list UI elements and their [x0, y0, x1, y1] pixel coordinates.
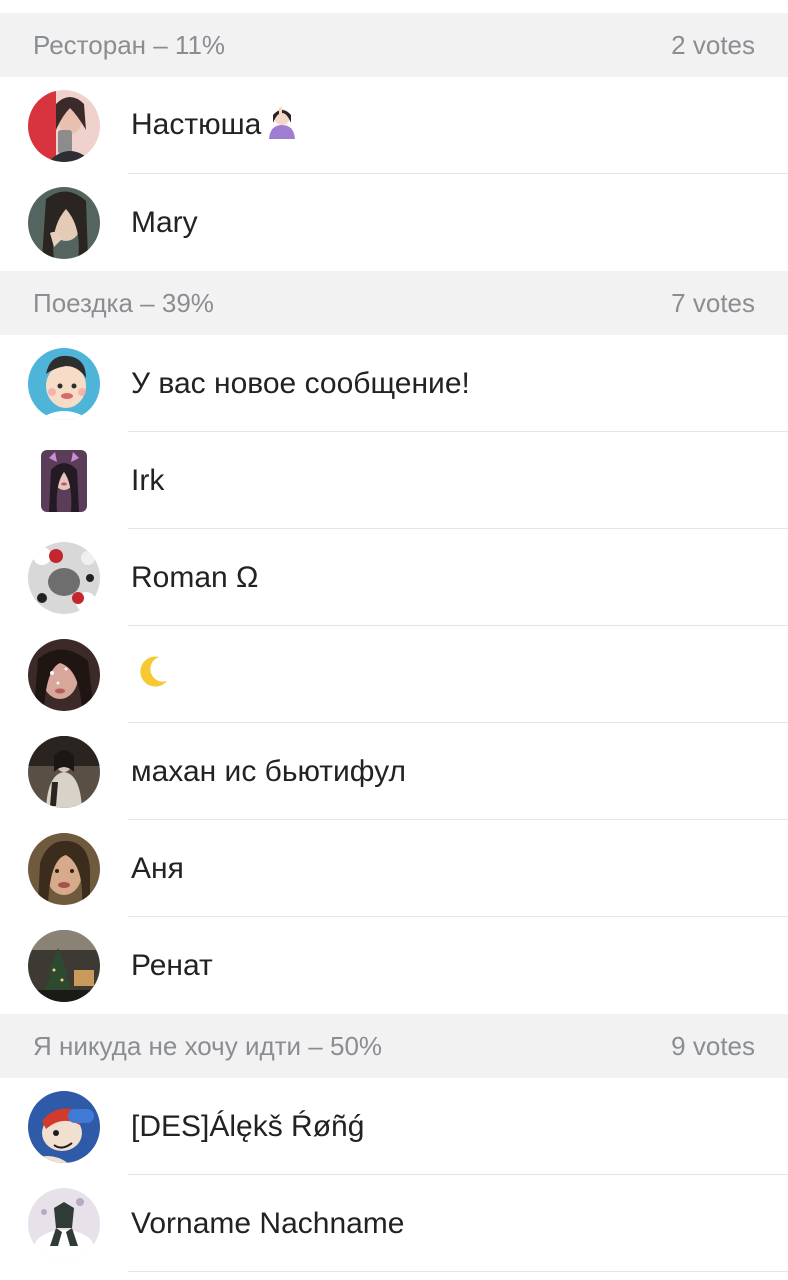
voter-name: Настюша: [131, 105, 299, 147]
vote-count: 7 votes: [671, 287, 755, 318]
avatar[interactable]: [28, 735, 100, 808]
voter-name: Irk: [131, 463, 165, 497]
option-header: Поездка – 39% 7 votes: [0, 271, 788, 335]
avatar[interactable]: [28, 638, 100, 711]
voter-row[interactable]: махан ис бьютифул: [0, 723, 788, 820]
option-header: Ресторан – 11% 2 votes: [0, 13, 788, 77]
voter-name: Аня: [131, 851, 184, 885]
voter-name: махан ис бьютифул: [131, 754, 406, 788]
voter-name: [131, 653, 171, 697]
voter-row[interactable]: У вас новое сообщение!: [0, 335, 788, 432]
voter-row[interactable]: [0, 626, 788, 723]
option-header: Я никуда не хочу идти – 50% 9 votes: [0, 1014, 788, 1078]
voter-row[interactable]: Ренат: [0, 917, 788, 1014]
vote-count: 9 votes: [671, 1030, 755, 1061]
section-restaurant: Ресторан – 11% 2 votes Настюша Mary: [0, 13, 788, 271]
section-stay-home: Я никуда не хочу идти – 50% 9 votes [DES…: [0, 1014, 788, 1272]
vote-count: 2 votes: [671, 29, 755, 60]
avatar[interactable]: [28, 929, 100, 1002]
avatar[interactable]: [28, 541, 100, 614]
voter-name: Ренат: [131, 948, 213, 982]
avatar[interactable]: [28, 186, 100, 259]
voter-row[interactable]: Аня: [0, 820, 788, 917]
voter-row[interactable]: Настюша: [0, 77, 788, 174]
crescent-moon-icon: [135, 653, 171, 697]
voter-row[interactable]: Mary: [0, 174, 788, 271]
avatar[interactable]: [28, 1090, 100, 1163]
voter-name: У вас новое сообщение!: [131, 366, 470, 400]
voter-row[interactable]: Irk: [0, 432, 788, 529]
avatar[interactable]: [28, 832, 100, 905]
woman-gesturing-icon: [265, 105, 299, 147]
option-title: Ресторан – 11%: [33, 29, 226, 60]
voter-row[interactable]: Vorname Nachname: [0, 1175, 788, 1272]
option-title: Я никуда не хочу идти – 50%: [33, 1030, 383, 1061]
avatar[interactable]: [28, 1187, 100, 1260]
voter-name: [DES]Álękš Ŕøñǵ: [131, 1109, 365, 1143]
option-title: Поездка – 39%: [33, 287, 214, 318]
top-gap: [0, 0, 788, 13]
voter-row[interactable]: [DES]Álękš Ŕøñǵ: [0, 1078, 788, 1175]
voter-name: Mary: [131, 205, 198, 239]
voter-name: Vorname Nachname: [131, 1206, 405, 1240]
avatar[interactable]: [28, 347, 100, 420]
section-trip: Поездка – 39% 7 votes У вас новое сообще…: [0, 271, 788, 1014]
divider: [128, 1271, 788, 1272]
avatar[interactable]: [41, 449, 87, 512]
voter-row[interactable]: Roman Ω: [0, 529, 788, 626]
avatar[interactable]: [28, 89, 100, 162]
voter-name: Roman Ω: [131, 560, 259, 594]
